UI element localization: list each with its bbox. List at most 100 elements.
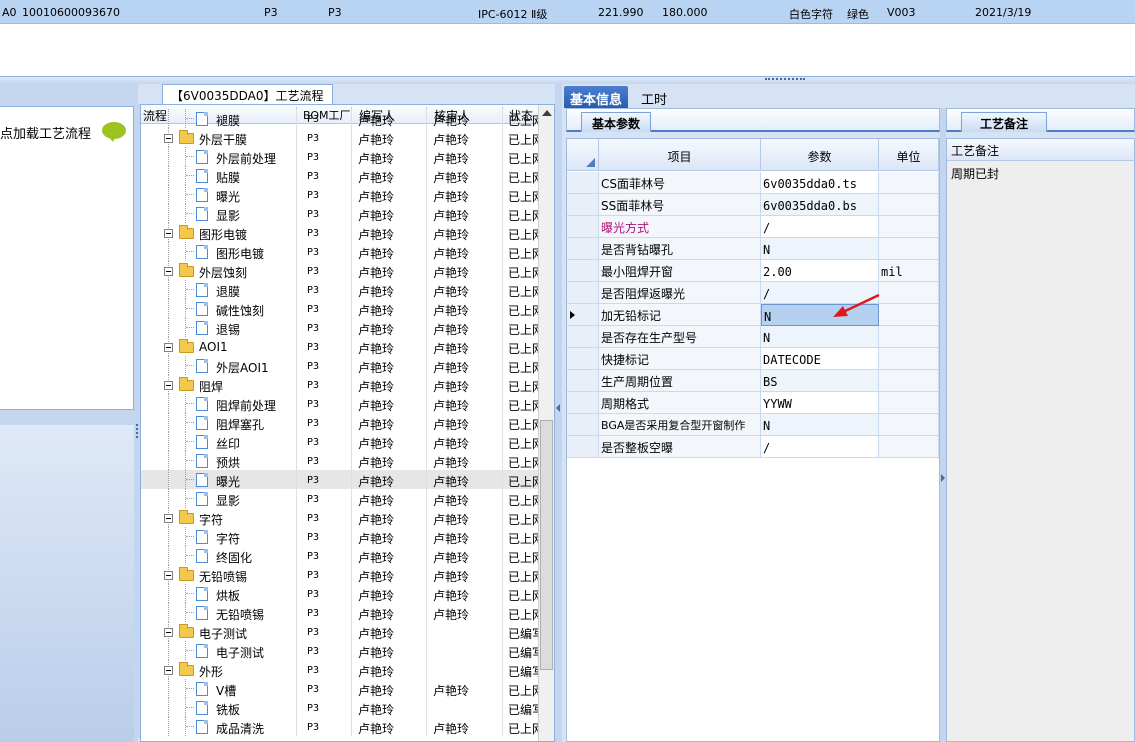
tree-row[interactable]: 无铅喷锡 P3 卢艳玲 卢艳玲 已上网	[141, 565, 541, 584]
tree-scrollbar[interactable]	[538, 105, 554, 741]
collapse-icon[interactable]	[164, 267, 173, 276]
collapse-icon[interactable]	[164, 666, 173, 675]
tree-row[interactable]: 铣板 P3 卢艳玲 已编写	[141, 698, 541, 717]
collapse-icon[interactable]	[164, 229, 173, 238]
param-row[interactable]: SS面菲林号 6v0035dda0.bs	[567, 194, 939, 216]
collapse-icon[interactable]	[164, 343, 173, 352]
param-row[interactable]: 快捷标记 DATECODE	[567, 348, 939, 370]
tree-row[interactable]: 外层蚀刻 P3 卢艳玲 卢艳玲 已上网	[141, 261, 541, 280]
param-row[interactable]: 是否存在生产型号 N	[567, 326, 939, 348]
param-value[interactable]: BS	[761, 370, 879, 392]
middle-splitter[interactable]	[555, 84, 562, 742]
tree-row[interactable]: 退锡 P3 卢艳玲 卢艳玲 已上网	[141, 318, 541, 337]
param-value[interactable]: /	[761, 436, 879, 458]
param-value[interactable]: 2.00	[761, 260, 879, 282]
row-indicator[interactable]	[567, 414, 599, 436]
tree-row[interactable]: 烘板 P3 卢艳玲 卢艳玲 已上网	[141, 584, 541, 603]
param-row[interactable]: 生产周期位置 BS	[567, 370, 939, 392]
collapse-icon[interactable]	[164, 134, 173, 143]
splitter-grip-icon[interactable]	[136, 424, 138, 438]
collapse-right-icon[interactable]	[941, 474, 945, 482]
tree-row[interactable]: 阻焊 P3 卢艳玲 卢艳玲 已上网	[141, 375, 541, 394]
collapse-icon[interactable]	[164, 381, 173, 390]
tree-row[interactable]: 图形电镀 P3 卢艳玲 卢艳玲 已上网	[141, 223, 541, 242]
param-row[interactable]: 最小阻焊开窗 2.00 mil	[567, 260, 939, 282]
tree-row[interactable]: 字符 P3 卢艳玲 卢艳玲 已上网	[141, 508, 541, 527]
tree-row[interactable]: 阻焊前处理 P3 卢艳玲 卢艳玲 已上网	[141, 394, 541, 413]
remark-value[interactable]: 周期已封	[951, 165, 999, 182]
header-param[interactable]: 参数	[761, 139, 879, 171]
row-indicator[interactable]	[567, 194, 599, 216]
tree-row[interactable]: 字符 P3 卢艳玲 卢艳玲 已上网	[141, 527, 541, 546]
tree-row[interactable]: 电子测试 P3 卢艳玲 已编写	[141, 641, 541, 660]
tree-row[interactable]: 外形 P3 卢艳玲 已编写	[141, 660, 541, 679]
process-remark-panel[interactable]: 工艺备注 周期已封	[946, 138, 1135, 742]
tree-row[interactable]: 显影 P3 卢艳玲 卢艳玲 已上网	[141, 489, 541, 508]
row-indicator[interactable]	[567, 282, 599, 304]
collapse-icon[interactable]	[164, 571, 173, 580]
collapse-icon[interactable]	[164, 628, 173, 637]
param-value[interactable]: N	[761, 414, 879, 436]
tree-row[interactable]: 无铅喷锡 P3 卢艳玲 卢艳玲 已上网	[141, 603, 541, 622]
tree-row[interactable]: 预烘 P3 卢艳玲 卢艳玲 已上网	[141, 451, 541, 470]
row-indicator[interactable]	[567, 348, 599, 370]
tree-row[interactable]: 成品清洗 P3 卢艳玲 卢艳玲 已上网	[141, 717, 541, 736]
tree-row[interactable]: 显影 P3 卢艳玲 卢艳玲 已上网	[141, 204, 541, 223]
param-row[interactable]: 是否背钻曝孔 N	[567, 238, 939, 260]
params-grid[interactable]: 项目 参数 单位 CS面菲林号 6v0035dda0.ts SS面菲林号 6v0035…	[566, 138, 940, 742]
record-row[interactable]: A0 10010600093670 P3 P3 IPC-6012 Ⅱ级 221.…	[0, 0, 1135, 24]
tree-row[interactable]: 外层AOI1 P3 卢艳玲 卢艳玲 已上网	[141, 356, 541, 375]
param-row[interactable]: 曝光方式 /	[567, 216, 939, 238]
tree-row[interactable]: 碱性蚀刻 P3 卢艳玲 卢艳玲 已上网	[141, 299, 541, 318]
param-row[interactable]: CS面菲林号 6v0035dda0.ts	[567, 172, 939, 194]
param-value[interactable]: N	[761, 326, 879, 348]
row-indicator[interactable]	[567, 326, 599, 348]
tab-process-remark[interactable]: 工艺备注	[961, 112, 1048, 132]
chat-bubble-icon[interactable]	[102, 122, 126, 142]
row-indicator[interactable]	[567, 392, 599, 414]
tree-row[interactable]: 曝光 P3 卢艳玲 卢艳玲 已上网	[141, 185, 541, 204]
param-value[interactable]: 6v0035dda0.ts	[761, 172, 879, 194]
header-item[interactable]: 项目	[599, 139, 761, 171]
tree-row[interactable]: 贴膜 P3 卢艳玲 卢艳玲 已上网	[141, 166, 541, 185]
row-indicator[interactable]	[567, 216, 599, 238]
flow-tree-grid[interactable]: 流程 BOM工厂 编写人 核审人 状态 褪膜 P3 卢艳玲 卢艳玲 已上网 外层干膜 P3 卢…	[140, 104, 555, 742]
collapse-icon[interactable]	[164, 514, 173, 523]
grid-corner[interactable]	[567, 139, 599, 171]
tree-row[interactable]: 终固化 P3 卢艳玲 卢艳玲 已上网	[141, 546, 541, 565]
param-value[interactable]: 6v0035dda0.bs	[761, 194, 879, 216]
tree-row[interactable]: 外层干膜 P3 卢艳玲 卢艳玲 已上网	[141, 128, 541, 147]
tree-row[interactable]: 退膜 P3 卢艳玲 卢艳玲 已上网	[141, 280, 541, 299]
scroll-up-icon[interactable]	[542, 110, 552, 116]
row-indicator[interactable]	[567, 260, 599, 282]
row-indicator[interactable]	[567, 172, 599, 194]
tree-row[interactable]: 褪膜 P3 卢艳玲 卢艳玲 已上网	[141, 109, 541, 128]
collapse-left-icon[interactable]	[556, 404, 560, 412]
horizontal-splitter[interactable]	[0, 76, 1135, 84]
param-row[interactable]: 是否整板空曝 /	[567, 436, 939, 458]
splitter-grip-icon[interactable]	[765, 78, 805, 81]
header-unit[interactable]: 单位	[879, 139, 939, 171]
tab-basic-params[interactable]: 基本参数	[581, 112, 652, 132]
row-indicator[interactable]	[567, 238, 599, 260]
tree-row[interactable]: 外层前处理 P3 卢艳玲 卢艳玲 已上网	[141, 147, 541, 166]
load-flow-card[interactable]: 点加载工艺流程	[0, 106, 134, 410]
param-row[interactable]: 周期格式 YYWW	[567, 392, 939, 414]
tab-work-hours[interactable]: 工时	[635, 86, 673, 108]
row-indicator[interactable]	[567, 436, 599, 458]
tree-row[interactable]: V槽 P3 卢艳玲 卢艳玲 已上网	[141, 679, 541, 698]
row-indicator[interactable]	[567, 370, 599, 392]
tree-row[interactable]: 电子测试 P3 卢艳玲 已编写	[141, 622, 541, 641]
param-value[interactable]: /	[761, 216, 879, 238]
tab-basic-info[interactable]: 基本信息	[564, 86, 629, 108]
tree-row[interactable]: 图形电镀 P3 卢艳玲 卢艳玲 已上网	[141, 242, 541, 261]
tree-row[interactable]: AOI1 P3 卢艳玲 卢艳玲 已上网	[141, 337, 541, 356]
row-indicator[interactable]	[567, 304, 599, 326]
tree-row[interactable]: 曝光 P3 卢艳玲 卢艳玲 已上网	[141, 470, 541, 489]
scroll-thumb[interactable]	[540, 420, 553, 670]
tree-row[interactable]: 丝印 P3 卢艳玲 卢艳玲 已上网	[141, 432, 541, 451]
param-row[interactable]: BGA是否采用复合型开窗制作 N	[567, 414, 939, 436]
param-value[interactable]: YYWW	[761, 392, 879, 414]
param-value[interactable]: N	[761, 238, 879, 260]
tree-row[interactable]: 阻焊塞孔 P3 卢艳玲 卢艳玲 已上网	[141, 413, 541, 432]
